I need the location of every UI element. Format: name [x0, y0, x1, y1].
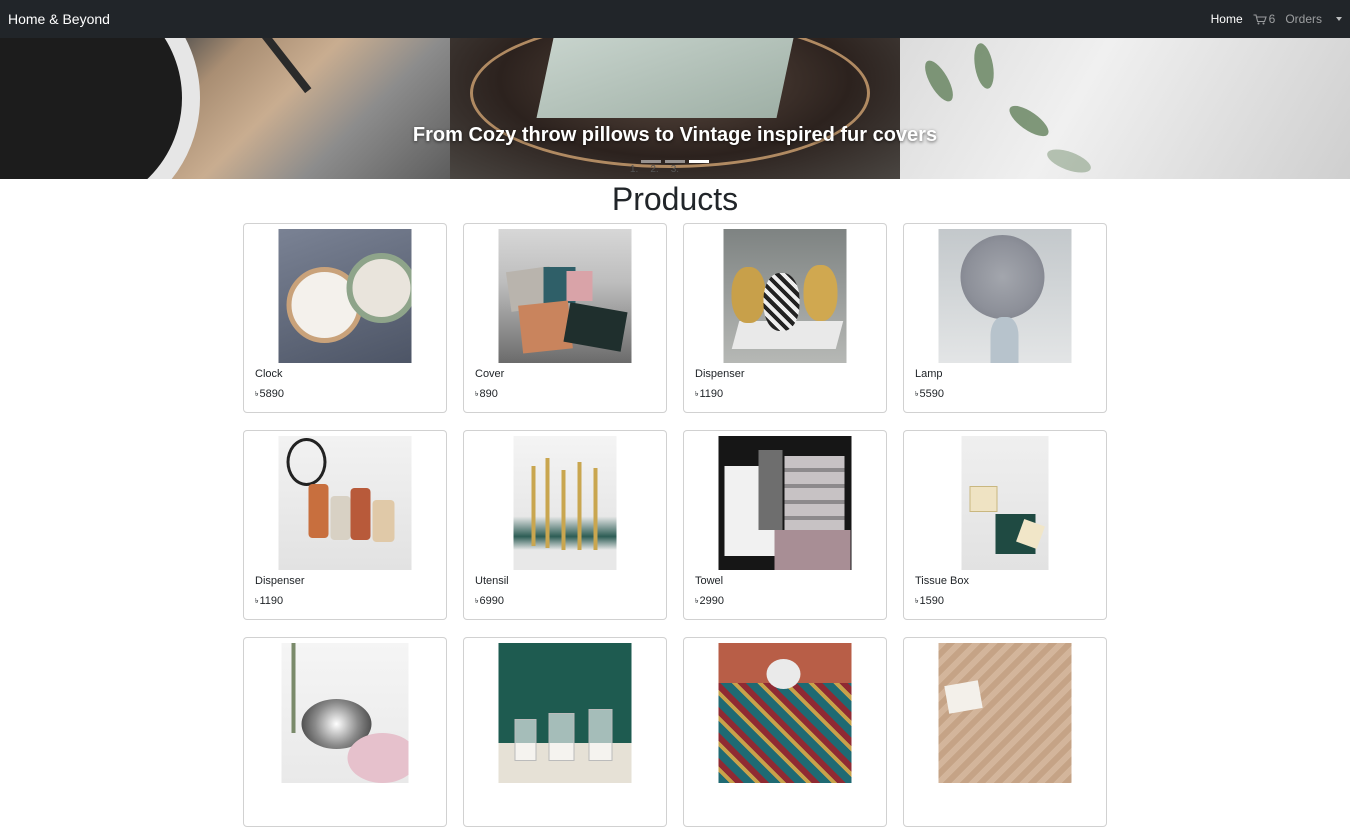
carousel-indicator-3[interactable]	[689, 160, 709, 163]
product-card[interactable]: Cover ৳890	[463, 223, 667, 413]
product-price: ৳1190	[695, 388, 724, 400]
carousel-slide-image-3	[900, 38, 1350, 179]
page-title: Products	[611, 181, 739, 217]
product-card[interactable]	[463, 637, 667, 827]
product-name: Towel	[695, 575, 724, 587]
product-price: ৳6990	[475, 595, 504, 607]
carousel-slide-image-2	[450, 38, 900, 179]
product-image	[961, 436, 1049, 570]
top-navbar: Home & Beyond Home 6 Orders	[0, 0, 1350, 38]
product-name: Lamp	[915, 368, 943, 380]
product-card[interactable]: Clock ৳5890	[243, 223, 447, 413]
product-price: ৳890	[475, 388, 498, 400]
hero-carousel: From Cozy throw pillows to Vintage inspi…	[0, 38, 1350, 179]
product-price	[915, 802, 916, 814]
indicator-label-3: 3.	[670, 164, 680, 175]
product-card[interactable]	[903, 637, 1107, 827]
product-price: ৳1590	[915, 595, 944, 607]
cart-icon	[1253, 13, 1267, 24]
product-card[interactable]: Dispenser ৳1190	[243, 430, 447, 620]
cart-count: 6	[1268, 12, 1276, 26]
product-price: ৳2990	[695, 595, 724, 607]
product-price	[475, 802, 476, 814]
product-image	[718, 643, 852, 783]
product-grid: Clock ৳5890 Cover ৳890 Dispenser ৳1190 L…	[243, 223, 1107, 827]
product-image	[938, 229, 1072, 363]
carousel-indicator-numbers: 1. 2. 3.	[630, 164, 679, 175]
brand-link[interactable]: Home & Beyond	[8, 11, 110, 27]
nav-orders-dropdown[interactable]: Orders	[1285, 12, 1342, 26]
indicator-label-2: 2.	[650, 164, 659, 175]
nav-orders-label: Orders	[1285, 12, 1322, 26]
product-image	[513, 436, 617, 570]
product-card[interactable]: Dispenser ৳1190	[683, 223, 887, 413]
product-image	[938, 643, 1072, 783]
product-name: Utensil	[475, 575, 509, 587]
nav-cart-link[interactable]: 6	[1253, 12, 1276, 26]
product-price	[255, 802, 256, 814]
product-name: Tissue Box	[915, 575, 970, 587]
product-image	[281, 643, 409, 783]
carousel-indicator-1[interactable]	[641, 160, 661, 163]
nav-right: Home 6 Orders	[1211, 12, 1342, 26]
product-name: Clock	[255, 368, 283, 380]
product-price: ৳5890	[255, 388, 284, 400]
product-card[interactable]: Tissue Box ৳1590	[903, 430, 1107, 620]
product-price	[695, 802, 696, 814]
product-price: ৳5590	[915, 388, 944, 400]
product-image	[498, 643, 632, 783]
product-card[interactable]	[243, 637, 447, 827]
carousel-caption: From Cozy throw pillows to Vintage inspi…	[412, 124, 938, 146]
product-image	[498, 229, 632, 363]
product-card[interactable]: Lamp ৳5590	[903, 223, 1107, 413]
carousel-slide-image-1	[0, 38, 450, 179]
product-image	[278, 229, 412, 363]
product-image	[723, 229, 847, 363]
product-card[interactable]: Utensil ৳6990	[463, 430, 667, 620]
product-card[interactable]	[683, 637, 887, 827]
product-name: Cover	[475, 368, 505, 380]
product-name: Dispenser	[695, 368, 745, 380]
product-image	[278, 436, 412, 570]
carousel-indicator-2[interactable]	[665, 160, 685, 163]
chevron-down-icon	[1336, 17, 1342, 21]
product-price: ৳1190	[255, 595, 284, 607]
indicator-label-1: 1.	[630, 164, 639, 175]
product-name: Dispenser	[255, 575, 305, 587]
product-image	[718, 436, 852, 570]
product-card[interactable]: Towel ৳2990	[683, 430, 887, 620]
carousel-indicators	[641, 160, 709, 163]
nav-home-link[interactable]: Home	[1211, 12, 1243, 26]
